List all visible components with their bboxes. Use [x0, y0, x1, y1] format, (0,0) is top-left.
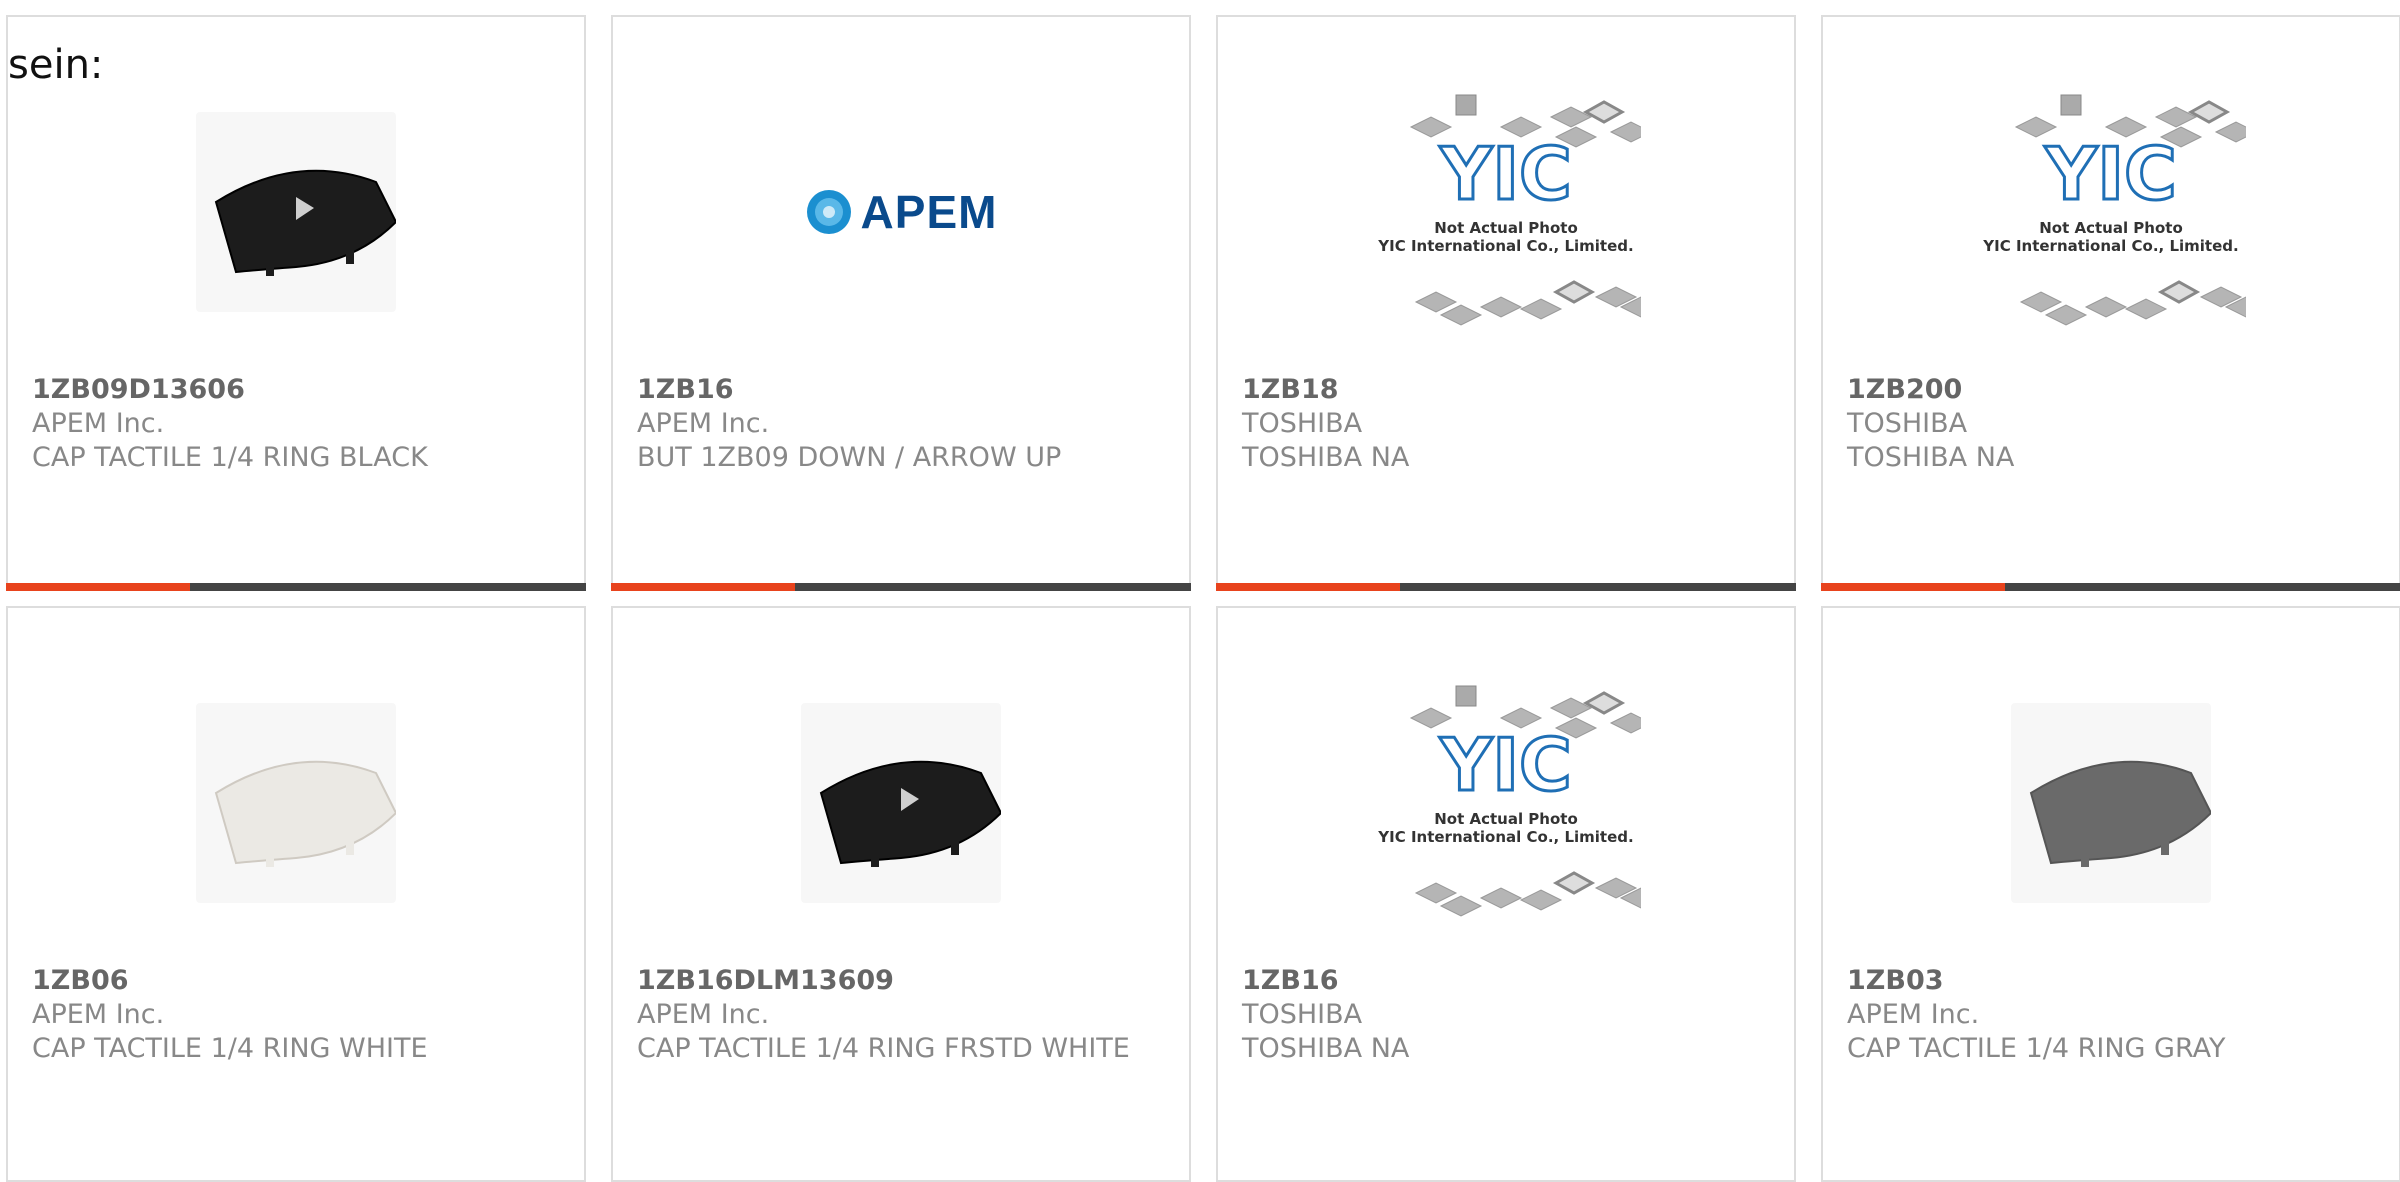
product-photo: [196, 112, 396, 312]
product-info: 1ZB03 APEM Inc. CAP TACTILE 1/4 RING GRAY: [1847, 964, 2375, 1066]
card-accent-bar: [1821, 583, 2005, 591]
product-photo: [2011, 703, 2211, 903]
product-card[interactable]: 1ZB03 APEM Inc. CAP TACTILE 1/4 RING GRAY: [1821, 606, 2400, 1182]
product-description: CAP TACTILE 1/4 RING WHITE: [32, 1033, 428, 1064]
placeholder-image: YIC Not Actual Photo YIC International C…: [1371, 87, 1641, 337]
card-accent-bar: [611, 583, 795, 591]
product-card[interactable]: YIC Not Actual Photo YIC International C…: [1216, 15, 1796, 591]
product-manufacturer: TOSHIBA: [1242, 408, 1363, 439]
product-manufacturer: TOSHIBA: [1242, 999, 1363, 1030]
product-card[interactable]: APEM 1ZB16 APEM Inc. BUT 1ZB09 DOWN / ARROW…: [611, 15, 1191, 591]
product-card[interactable]: 1ZB06 APEM Inc. CAP TACTILE 1/4 RING WHITE: [6, 606, 586, 1182]
product-part-number[interactable]: 1ZB06: [32, 964, 560, 998]
apem-logo: APEM: [805, 185, 998, 239]
placeholder-line-2: YIC International Co., Limited.: [1378, 828, 1634, 846]
product-image-area[interactable]: [613, 658, 1189, 948]
component-chips-icon: YIC: [1409, 685, 1641, 917]
product-card[interactable]: YIC Not Actual Photo YIC International C…: [1216, 606, 1796, 1182]
product-description: CAP TACTILE 1/4 RING GRAY: [1847, 1033, 2226, 1064]
product-info: 1ZB06 APEM Inc. CAP TACTILE 1/4 RING WHITE: [32, 964, 560, 1066]
product-manufacturer: APEM Inc.: [637, 408, 770, 439]
product-description: CAP TACTILE 1/4 RING FRSTD WHITE: [637, 1033, 1130, 1064]
placeholder-line-1: Not Actual Photo: [2039, 219, 2183, 237]
product-description: CAP TACTILE 1/4 RING BLACK: [32, 442, 428, 473]
card-bottom-bar: [611, 583, 1191, 591]
product-info: 1ZB16 APEM Inc. BUT 1ZB09 DOWN / ARROW UP: [637, 373, 1165, 475]
product-image-area[interactable]: YIC Not Actual Photo YIC International C…: [1218, 658, 1794, 948]
card-bottom-bar: [6, 583, 586, 591]
product-manufacturer: APEM Inc.: [637, 999, 770, 1030]
placeholder-line-2: YIC International Co., Limited.: [1378, 237, 1634, 255]
product-photo: [196, 703, 396, 903]
product-image-area[interactable]: [8, 67, 584, 357]
product-part-number[interactable]: 1ZB200: [1847, 373, 2375, 407]
yic-logo-icon: YIC: [2044, 132, 2177, 216]
product-description: BUT 1ZB09 DOWN / ARROW UP: [637, 442, 1062, 473]
product-info: 1ZB16DLM13609 APEM Inc. CAP TACTILE 1/4 RI…: [637, 964, 1165, 1066]
black-cap-arrow-icon: [214, 169, 396, 276]
card-accent-bar: [6, 583, 190, 591]
product-manufacturer: APEM Inc.: [1847, 999, 1980, 1030]
product-card[interactable]: YIC Not Actual Photo YIC International C…: [1821, 15, 2400, 591]
product-image-area[interactable]: APEM: [613, 67, 1189, 357]
component-chips-icon: YIC: [1409, 94, 1641, 326]
placeholder-image: YIC Not Actual Photo YIC International C…: [1976, 87, 2246, 337]
apem-globe-icon: [806, 190, 851, 234]
product-manufacturer: APEM Inc.: [32, 999, 165, 1030]
yic-logo-icon: YIC: [1439, 132, 1572, 216]
product-description: TOSHIBA NA: [1242, 1033, 1410, 1064]
product-image-area[interactable]: YIC Not Actual Photo YIC International C…: [1823, 67, 2399, 357]
product-description: TOSHIBA NA: [1847, 442, 2015, 473]
gray-cap-icon: [2029, 760, 2211, 867]
product-info: 1ZB200 TOSHIBA TOSHIBA NA: [1847, 373, 2375, 475]
card-bottom-bar: [1821, 583, 2400, 591]
product-manufacturer: TOSHIBA: [1847, 408, 1968, 439]
product-info: 1ZB09D13606 APEM Inc. CAP TACTILE 1/4 RING…: [32, 373, 560, 475]
product-part-number[interactable]: 1ZB09D13606: [32, 373, 560, 407]
black-cap-arrow-icon: [819, 760, 1001, 867]
product-info: 1ZB18 TOSHIBA TOSHIBA NA: [1242, 373, 1770, 475]
page-label: sein:: [8, 42, 104, 88]
apem-logo-text: APEM: [860, 186, 998, 238]
product-part-number[interactable]: 1ZB03: [1847, 964, 2375, 998]
product-description: TOSHIBA NA: [1242, 442, 1410, 473]
product-part-number[interactable]: 1ZB18: [1242, 373, 1770, 407]
product-card[interactable]: 1ZB16DLM13609 APEM Inc. CAP TACTILE 1/4 RI…: [611, 606, 1191, 1182]
product-manufacturer: APEM Inc.: [32, 408, 165, 439]
card-accent-bar: [1216, 583, 1400, 591]
placeholder-line-2: YIC International Co., Limited.: [1983, 237, 2239, 255]
product-part-number[interactable]: 1ZB16: [637, 373, 1165, 407]
card-bottom-bar: [1216, 583, 1796, 591]
product-info: 1ZB16 TOSHIBA TOSHIBA NA: [1242, 964, 1770, 1066]
product-image-area[interactable]: [8, 658, 584, 948]
product-image-area[interactable]: [1823, 658, 2399, 948]
product-part-number[interactable]: 1ZB16: [1242, 964, 1770, 998]
product-photo: [801, 703, 1001, 903]
component-chips-icon: YIC: [2014, 94, 2246, 326]
placeholder-line-1: Not Actual Photo: [1434, 810, 1578, 828]
yic-logo-icon: YIC: [1439, 723, 1572, 807]
placeholder-image: YIC Not Actual Photo YIC International C…: [1371, 678, 1641, 928]
product-card[interactable]: 1ZB09D13606 APEM Inc. CAP TACTILE 1/4 RING…: [6, 15, 586, 591]
product-image-area[interactable]: YIC Not Actual Photo YIC International C…: [1218, 67, 1794, 357]
product-part-number[interactable]: 1ZB16DLM13609: [637, 964, 1165, 998]
white-cap-icon: [214, 760, 396, 867]
placeholder-line-1: Not Actual Photo: [1434, 219, 1578, 237]
product-grid: 1ZB09D13606 APEM Inc. CAP TACTILE 1/4 RING…: [0, 0, 2400, 1182]
